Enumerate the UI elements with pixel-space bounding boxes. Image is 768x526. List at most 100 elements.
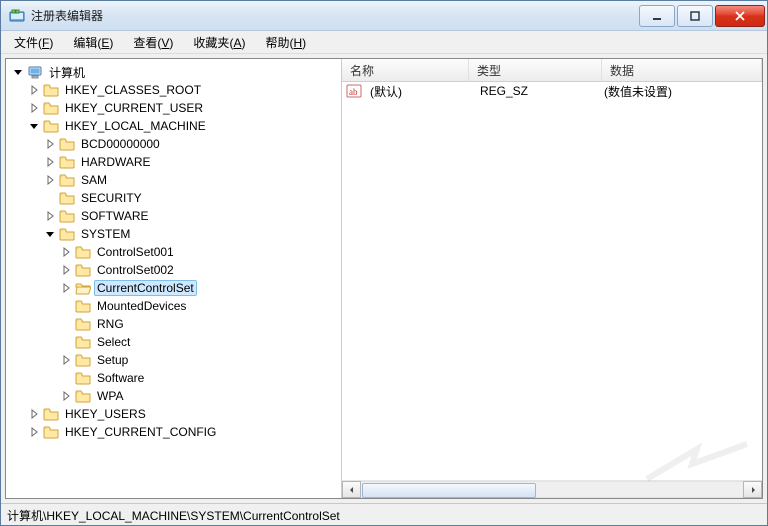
folder-icon xyxy=(43,406,59,422)
tree-node-currentcontrolset[interactable]: CurrentControlSet xyxy=(6,279,341,297)
tree-pane[interactable]: ab 计算机 HKEY_CLASSES_ROOT xyxy=(6,59,342,498)
menu-view[interactable]: 查看(V) xyxy=(124,31,182,54)
tree-node-label: MountedDevices xyxy=(94,298,189,314)
tree-node-software-hklm[interactable]: SOFTWARE xyxy=(6,207,341,225)
tree-node-setup[interactable]: Setup xyxy=(6,351,341,369)
tree-node-label: HKEY_LOCAL_MACHINE xyxy=(62,118,209,134)
expander-icon[interactable] xyxy=(42,136,58,152)
horizontal-scrollbar[interactable] xyxy=(342,480,762,498)
string-value-icon xyxy=(346,83,362,99)
expander-icon[interactable] xyxy=(58,352,74,368)
expander-icon[interactable] xyxy=(10,64,26,80)
tree-node-label: Setup xyxy=(94,352,131,368)
registry-tree: ab 计算机 HKEY_CLASSES_ROOT xyxy=(6,59,341,445)
scroll-right-button[interactable] xyxy=(743,481,762,498)
list-header[interactable]: 名称 类型 数据 xyxy=(342,59,762,82)
expander-icon[interactable] xyxy=(26,406,42,422)
tree-node-label: SAM xyxy=(78,172,110,188)
tree-node-hkcc[interactable]: HKEY_CURRENT_CONFIG xyxy=(6,423,341,441)
registry-editor-window: 注册表编辑器 文件(F) 编辑(E) 查看(V) 收藏夹(A) 帮助(H) xyxy=(0,0,768,526)
scrollbar-track[interactable] xyxy=(361,481,743,498)
folder-icon xyxy=(43,118,59,134)
tree-node-hkcu[interactable]: HKEY_CURRENT_USER xyxy=(6,99,341,117)
tree-node-software-system[interactable]: Software xyxy=(6,369,341,387)
tree-node-label: ControlSet002 xyxy=(94,262,177,278)
list-body[interactable]: (默认) REG_SZ (数值未设置) xyxy=(342,82,762,480)
tree-node-label: WPA xyxy=(94,388,126,404)
menu-favorites[interactable]: 收藏夹(A) xyxy=(184,31,254,54)
column-header-type[interactable]: 类型 xyxy=(469,59,602,81)
expander-icon[interactable] xyxy=(42,172,58,188)
folder-icon xyxy=(59,190,75,206)
list-row[interactable]: (默认) REG_SZ (数值未设置) xyxy=(342,82,762,100)
tree-node-hkcr[interactable]: HKEY_CLASSES_ROOT xyxy=(6,81,341,99)
tree-node-computer[interactable]: 计算机 xyxy=(6,63,341,81)
expander-icon[interactable] xyxy=(26,118,42,134)
expander-icon[interactable] xyxy=(58,244,74,260)
value-data: (数值未设置) xyxy=(600,82,762,101)
expander-icon[interactable] xyxy=(42,154,58,170)
tree-node-system[interactable]: SYSTEM xyxy=(6,225,341,243)
tree-node-hardware[interactable]: HARDWARE xyxy=(6,153,341,171)
expander-icon[interactable] xyxy=(42,208,58,224)
folder-icon xyxy=(75,370,91,386)
column-header-data[interactable]: 数据 xyxy=(602,59,762,81)
expander-icon[interactable] xyxy=(58,388,74,404)
tree-node-label: BCD00000000 xyxy=(78,136,163,152)
tree-node-label: HKEY_CURRENT_USER xyxy=(62,100,206,116)
menu-help[interactable]: 帮助(H) xyxy=(256,31,315,54)
value-name: (默认) xyxy=(366,82,476,101)
expander-icon[interactable] xyxy=(26,82,42,98)
expander-icon[interactable] xyxy=(26,424,42,440)
tree-node-label: Select xyxy=(94,334,133,350)
tree-node-label: CurrentControlSet xyxy=(94,280,197,296)
tree-node-cs2[interactable]: ControlSet002 xyxy=(6,261,341,279)
folder-icon xyxy=(59,136,75,152)
menu-edit[interactable]: 编辑(E) xyxy=(64,31,122,54)
scroll-left-button[interactable] xyxy=(342,481,361,498)
tree-node-label: HKEY_CLASSES_ROOT xyxy=(62,82,204,98)
tree-node-label: 计算机 xyxy=(46,63,88,82)
folder-icon xyxy=(75,262,91,278)
expander-icon[interactable] xyxy=(42,226,58,242)
tree-node-security[interactable]: SECURITY xyxy=(6,189,341,207)
folder-icon xyxy=(75,298,91,314)
menu-file[interactable]: 文件(F) xyxy=(5,31,62,54)
tree-node-hklm[interactable]: HKEY_LOCAL_MACHINE xyxy=(6,117,341,135)
tree-node-mounteddevices[interactable]: MountedDevices xyxy=(6,297,341,315)
tree-node-label: HKEY_USERS xyxy=(62,406,149,422)
minimize-button[interactable] xyxy=(639,5,675,27)
expander-icon[interactable] xyxy=(58,262,74,278)
folder-icon xyxy=(43,424,59,440)
tree-node-label: HARDWARE xyxy=(78,154,154,170)
client-area: ab 计算机 HKEY_CLASSES_ROOT xyxy=(1,54,767,525)
folder-open-icon xyxy=(75,280,91,296)
tree-node-wpa[interactable]: WPA xyxy=(6,387,341,405)
tree-node-label: ControlSet001 xyxy=(94,244,177,260)
tree-node-select[interactable]: Select xyxy=(6,333,341,351)
tree-node-hku[interactable]: HKEY_USERS xyxy=(6,405,341,423)
folder-icon xyxy=(75,352,91,368)
tree-node-label: RNG xyxy=(94,316,127,332)
tree-node-label: Software xyxy=(94,370,147,386)
maximize-button[interactable] xyxy=(677,5,713,27)
folder-icon xyxy=(59,226,75,242)
folder-icon xyxy=(59,154,75,170)
tree-node-label: SOFTWARE xyxy=(78,208,152,224)
tree-node-cs1[interactable]: ControlSet001 xyxy=(6,243,341,261)
folder-icon xyxy=(75,244,91,260)
tree-node-bcd[interactable]: BCD00000000 xyxy=(6,135,341,153)
expander-icon[interactable] xyxy=(58,280,74,296)
close-button[interactable] xyxy=(715,5,765,27)
folder-icon xyxy=(75,334,91,350)
expander-icon[interactable] xyxy=(26,100,42,116)
status-path: 计算机\HKEY_LOCAL_MACHINE\SYSTEM\CurrentCon… xyxy=(7,509,340,523)
scrollbar-thumb[interactable] xyxy=(362,483,536,498)
folder-icon xyxy=(59,208,75,224)
tree-node-rng[interactable]: RNG xyxy=(6,315,341,333)
split-panes: ab 计算机 HKEY_CLASSES_ROOT xyxy=(5,58,763,499)
window-title: 注册表编辑器 xyxy=(31,7,637,24)
column-header-name[interactable]: 名称 xyxy=(342,59,469,81)
tree-node-sam[interactable]: SAM xyxy=(6,171,341,189)
title-bar[interactable]: 注册表编辑器 xyxy=(1,1,767,31)
